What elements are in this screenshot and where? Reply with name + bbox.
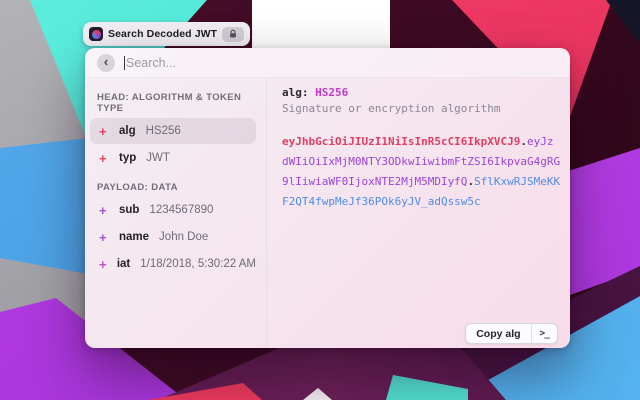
list-item-value: HS256	[146, 125, 181, 137]
section-header-payload: PAYLOAD: DATA	[97, 182, 254, 193]
footer-actions: Copy alg >_	[465, 323, 558, 344]
list-item-alg[interactable]: + alg HS256	[90, 118, 256, 144]
plus-icon: +	[99, 151, 112, 166]
section-header-head: HEAD: ALGORITHM & TOKEN TYPE	[97, 92, 254, 114]
lock-icon	[228, 29, 238, 39]
detail-key-value: HS256	[315, 86, 348, 99]
jwt-decoder-window: ‹ HEAD: ALGORITHM & TOKEN TYPE + alg HS2…	[85, 48, 570, 348]
sidebar: HEAD: ALGORITHM & TOKEN TYPE + alg HS256…	[85, 78, 266, 348]
search-bar: ‹	[85, 48, 570, 78]
list-item-key: sub	[119, 204, 139, 216]
terminal-shortcut-button[interactable]: >_	[532, 324, 557, 343]
list-item-key: typ	[119, 152, 136, 164]
copy-alg-button[interactable]: Copy alg	[466, 324, 530, 343]
window-tab-title: Search Decoded JWT	[108, 28, 217, 40]
jwt-header-segment: eyJhbGciOiJIUzI1NiIsInR5cCI6IkpXVCJ9	[282, 135, 520, 148]
plus-icon: +	[99, 203, 112, 218]
desktop: Search Decoded JWT ‹ HEAD: ALGORITHM & T…	[0, 0, 640, 400]
detail-description: Signature or encryption algorithm	[282, 101, 570, 116]
list-item-value: 1/18/2018, 5:30:22 AM	[140, 258, 256, 270]
list-item-name[interactable]: + name John Doe	[90, 224, 256, 250]
plus-icon: +	[99, 257, 110, 272]
list-item-sub[interactable]: + sub 1234567890	[90, 197, 256, 223]
detail-title: alg: HS256	[282, 84, 570, 101]
list-item-key: iat	[117, 258, 130, 270]
window-tab-badge[interactable]: Search Decoded JWT	[83, 22, 250, 46]
panel-body: HEAD: ALGORITHM & TOKEN TYPE + alg HS256…	[85, 78, 570, 348]
lock-badge	[222, 27, 244, 42]
detail-pane: alg: HS256 Signature or encryption algor…	[267, 78, 570, 348]
list-item-key: name	[119, 231, 149, 243]
chevron-left-icon: ‹	[104, 54, 108, 70]
jwt-token-text: eyJhbGciOiJIUzI1NiIsInR5cCI6IkpXVCJ9.eyJ…	[282, 132, 560, 212]
detail-key-label: alg:	[282, 86, 309, 99]
list-item-value: JWT	[146, 152, 170, 164]
plus-icon: +	[99, 230, 112, 245]
jwt-app-icon	[89, 27, 103, 41]
list-item-key: alg	[119, 125, 136, 137]
list-item-value: John Doe	[159, 231, 208, 243]
list-item-iat[interactable]: + iat 1/18/2018, 5:30:22 AM	[90, 251, 256, 277]
search-input[interactable]	[126, 56, 558, 70]
text-caret	[124, 56, 125, 70]
plus-icon: +	[99, 124, 112, 139]
back-button[interactable]: ‹	[97, 54, 115, 72]
list-item-value: 1234567890	[149, 204, 213, 216]
list-item-typ[interactable]: + typ JWT	[90, 145, 256, 171]
